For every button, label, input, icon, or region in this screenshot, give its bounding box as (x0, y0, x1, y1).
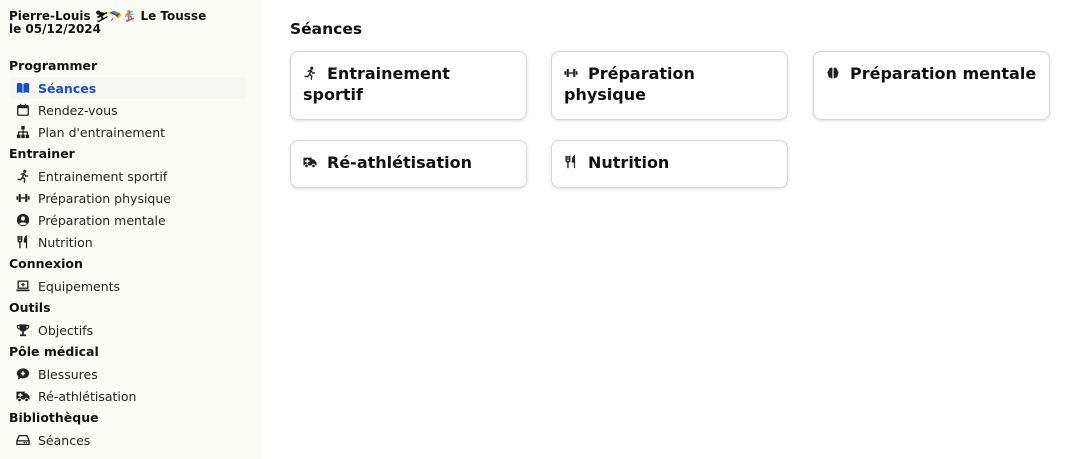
section-title-connexion: Connexion (9, 256, 83, 271)
sidebar-item-label: Séances (38, 80, 97, 96)
card-title-wrap: Préparation physique (564, 63, 775, 105)
hdd-icon (16, 433, 30, 447)
sidebar-item-rendez-vous[interactable]: Rendez-vous (9, 99, 247, 121)
ambulance-icon (16, 389, 30, 403)
section-title-entrainer: Entrainer (9, 146, 75, 161)
section-title-outils: Outils (9, 300, 51, 315)
sidebar-item-seances[interactable]: Séances (9, 77, 247, 99)
book-icon (16, 81, 30, 95)
section-title-programmer: Programmer (9, 58, 98, 73)
card-title: Nutrition (588, 153, 670, 172)
card-title-wrap: Préparation mentale (826, 63, 1037, 84)
laptop-icon (16, 279, 30, 293)
sidebar-item-bibliotheque-seances[interactable]: Séances (9, 429, 247, 451)
ambulance-icon (303, 153, 317, 169)
card-preparation-mentale[interactable]: Préparation mentale (813, 51, 1050, 120)
card-title: Préparation mentale (850, 64, 1037, 83)
sidebar-item-plan-entrainement[interactable]: Plan d'entrainement (9, 121, 247, 143)
sidebar-item-preparation-mentale[interactable]: Préparation mentale (9, 209, 247, 231)
card-nutrition[interactable]: Nutrition (551, 140, 788, 188)
running-icon (16, 169, 30, 183)
sport-emoji-icons: ⛷🪂🏂 (94, 10, 137, 23)
utensils-icon (564, 153, 578, 169)
sidebar-item-label: Rendez-vous (38, 102, 118, 118)
page-title: Séances (290, 20, 363, 38)
sidebar-item-equipements[interactable]: Equipements (9, 275, 247, 297)
sidebar-item-label: Nutrition (38, 234, 93, 250)
card-re-athletisation[interactable]: Ré-athlétisation (290, 140, 527, 188)
sidebar-item-label: Objectifs (38, 322, 94, 338)
trophy-icon (16, 323, 30, 337)
brain-icon (826, 64, 840, 79)
sidebar-item-label: Blessures (38, 366, 98, 382)
sidebar-item-entrainement-sportif[interactable]: Entrainement sportif (9, 165, 247, 187)
card-title: Ré-athlétisation (327, 153, 472, 172)
user-name: Pierre-Louis (9, 9, 91, 23)
section-title-bibliotheque: Bibliothèque (9, 410, 99, 425)
user-circle-icon (16, 213, 30, 227)
sitemap-icon (16, 125, 30, 139)
user-place: Le Tousse (140, 9, 207, 23)
section-title-pole-medical: Pôle médical (9, 344, 99, 359)
user-date: le 05/12/2024 (9, 22, 101, 36)
sidebar-item-label: Ré-athlétisation (38, 388, 137, 404)
card-title-wrap: Entrainement sportif (303, 63, 514, 105)
comment-medical-icon (16, 367, 30, 381)
card-title: Préparation physique (564, 64, 695, 104)
card-title-wrap: Nutrition (564, 152, 775, 173)
sidebar-item-label: Séances (38, 432, 91, 448)
user-header: Pierre-Louis ⛷🪂🏂 Le Tousse le 05/12/2024 (9, 10, 262, 36)
card-title-wrap: Ré-athlétisation (303, 152, 514, 173)
card-entrainement-sportif[interactable]: Entrainement sportif (290, 51, 527, 120)
dumbbell-icon (564, 64, 578, 78)
sidebar-item-label: Plan d'entrainement (38, 124, 166, 140)
sidebar-item-label: Préparation physique (38, 190, 171, 206)
sidebar-item-preparation-physique[interactable]: Préparation physique (9, 187, 247, 209)
sidebar-item-label: Equipements (38, 278, 121, 294)
sidebar: Pierre-Louis ⛷🪂🏂 Le Tousse le 05/12/2024… (0, 0, 262, 459)
sidebar-item-re-athletisation[interactable]: Ré-athlétisation (9, 385, 247, 407)
sidebar-item-nutrition[interactable]: Nutrition (9, 231, 247, 253)
main-content: Séances Entrainement sportif Préparation… (290, 20, 1050, 188)
sidebar-item-objectifs[interactable]: Objectifs (9, 319, 247, 341)
running-icon (303, 64, 317, 80)
calendar-icon (16, 103, 30, 117)
sidebar-item-blessures[interactable]: Blessures (9, 363, 247, 385)
card-title: Entrainement sportif (303, 64, 450, 104)
utensils-icon (16, 235, 30, 249)
sidebar-item-label: Préparation mentale (38, 212, 166, 228)
sidebar-item-label: Entrainement sportif (38, 168, 168, 184)
dumbbell-icon (16, 191, 30, 205)
card-preparation-physique[interactable]: Préparation physique (551, 51, 788, 120)
